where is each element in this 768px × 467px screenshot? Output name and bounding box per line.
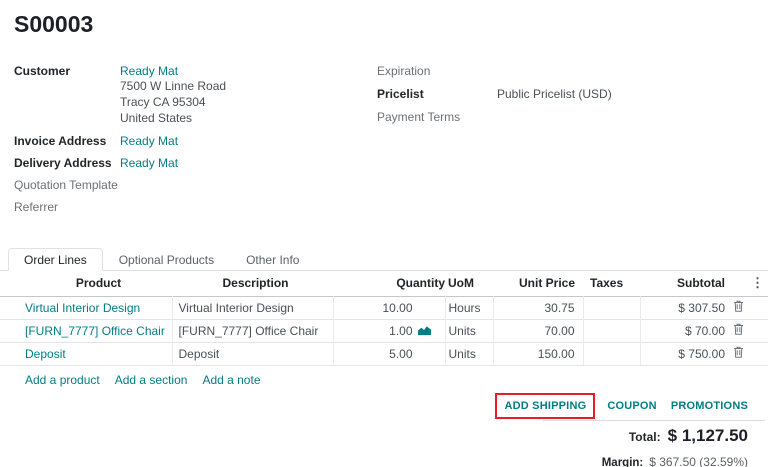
field-delivery-address: Delivery Address Ready Mat — [14, 156, 377, 170]
taxes-cell[interactable] — [583, 320, 640, 343]
product-link[interactable]: Deposit — [25, 347, 66, 361]
taxes-column-header: Taxes — [583, 271, 640, 297]
total-row: Total: $ 1,127.50 — [0, 426, 768, 446]
unit-price-cell[interactable]: 30.75 — [493, 297, 583, 320]
unit-price-cell[interactable]: 150.00 — [493, 343, 583, 366]
product-link[interactable]: Virtual Interior Design — [25, 301, 140, 315]
margin-label: Margin: — [602, 457, 644, 467]
forecast-chart-icon[interactable] — [417, 325, 432, 336]
quantity-column-header: Quantity — [333, 271, 445, 297]
add-a-product-link[interactable]: Add a product — [25, 373, 100, 387]
order-line-row: Virtual Interior Design Virtual Interior… — [0, 297, 768, 320]
description-cell[interactable]: Deposit — [172, 343, 333, 366]
uom-cell[interactable]: Hours — [445, 297, 493, 320]
expiration-label: Expiration — [377, 64, 497, 78]
margin-value: $ 367.50 (32.59%) — [649, 455, 748, 467]
margin-row: Margin: $ 367.50 (32.59%) — [0, 455, 768, 467]
invoice-address-label: Invoice Address — [14, 134, 120, 148]
tab-optional-products[interactable]: Optional Products — [103, 248, 230, 271]
quantity-cell[interactable]: 1.00 — [333, 320, 445, 343]
delete-row-icon[interactable] — [730, 297, 747, 320]
field-quotation-template[interactable]: Quotation Template — [14, 178, 377, 192]
field-referrer[interactable]: Referrer — [14, 200, 377, 214]
tab-order-lines[interactable]: Order Lines — [8, 248, 103, 271]
add-shipping-button[interactable]: ADD SHIPPING — [504, 400, 586, 412]
description-cell[interactable]: Virtual Interior Design — [172, 297, 333, 320]
customer-label: Customer — [14, 64, 120, 126]
field-pricelist: Pricelist Public Pricelist (USD) — [377, 87, 754, 101]
uom-column-header: UoM — [445, 271, 493, 297]
description-column-header: Description — [172, 271, 333, 297]
subtotal-column-header: Subtotal — [640, 271, 730, 297]
address-line: 7500 W Linne Road — [120, 78, 226, 94]
order-line-row: [FURN_7777] Office Chair [FURN_7777] Off… — [0, 320, 768, 343]
tab-other-info[interactable]: Other Info — [230, 248, 315, 271]
table-header-row: Product Description Quantity UoM Unit Pr… — [0, 271, 768, 297]
uom-cell[interactable]: Units — [445, 320, 493, 343]
address-line: Tracy CA 95304 — [120, 94, 226, 110]
uom-cell[interactable]: Units — [445, 343, 493, 366]
product-column-header: Product — [18, 271, 172, 297]
coupon-button[interactable]: COUPON — [607, 400, 656, 412]
taxes-cell[interactable] — [583, 343, 640, 366]
payment-terms-label: Payment Terms — [377, 110, 497, 124]
info-column-left: Customer Ready Mat 7500 W Linne Road Tra… — [14, 64, 377, 222]
handle-column-header — [0, 271, 18, 297]
line-add-links: Add a product Add a section Add a note — [0, 373, 768, 387]
row-handle[interactable] — [0, 297, 18, 320]
notebook-tabs: Order Lines Optional Products Other Info — [0, 248, 768, 271]
field-payment-terms[interactable]: Payment Terms — [377, 110, 754, 124]
order-info-section: Customer Ready Mat 7500 W Linne Road Tra… — [0, 64, 768, 222]
row-handle[interactable] — [0, 343, 18, 366]
promotions-button[interactable]: PROMOTIONS — [671, 400, 748, 412]
order-actions-row: ADD SHIPPING COUPON PROMOTIONS — [0, 393, 768, 419]
field-customer: Customer Ready Mat 7500 W Linne Road Tra… — [14, 64, 377, 126]
page-title: S00003 — [14, 12, 768, 36]
order-line-row: Deposit Deposit 5.00 Units 150.00 $ 750.… — [0, 343, 768, 366]
invoice-address-link[interactable]: Ready Mat — [120, 134, 178, 148]
delivery-address-label: Delivery Address — [14, 156, 120, 170]
order-lines-table: Product Description Quantity UoM Unit Pr… — [0, 271, 768, 366]
pricelist-label: Pricelist — [377, 87, 497, 101]
total-label: Total: — [629, 430, 661, 444]
pricelist-value[interactable]: Public Pricelist (USD) — [497, 87, 612, 101]
totals-separator — [543, 420, 765, 421]
subtotal-cell: $ 307.50 — [640, 297, 730, 320]
description-cell[interactable]: [FURN_7777] Office Chair — [172, 320, 333, 343]
delete-row-icon[interactable] — [730, 320, 747, 343]
sale-order-form: S00003 Customer Ready Mat 7500 W Linne R… — [0, 0, 768, 467]
taxes-cell[interactable] — [583, 297, 640, 320]
row-handle[interactable] — [0, 320, 18, 343]
add-a-note-link[interactable]: Add a note — [202, 373, 260, 387]
delivery-address-link[interactable]: Ready Mat — [120, 156, 178, 170]
customer-link[interactable]: Ready Mat — [120, 64, 178, 78]
delete-row-icon[interactable] — [730, 343, 747, 366]
field-invoice-address: Invoice Address Ready Mat — [14, 134, 377, 148]
subtotal-cell: $ 750.00 — [640, 343, 730, 366]
field-expiration[interactable]: Expiration — [377, 64, 754, 78]
quantity-cell[interactable]: 5.00 — [333, 343, 445, 366]
unit-price-column-header: Unit Price — [493, 271, 583, 297]
annotation-highlight-box: ADD SHIPPING — [495, 393, 595, 419]
product-link[interactable]: [FURN_7777] Office Chair — [25, 324, 165, 338]
quantity-cell[interactable]: 10.00 — [333, 297, 445, 320]
info-column-right: Expiration Pricelist Public Pricelist (U… — [377, 64, 754, 222]
customer-address: 7500 W Linne Road Tracy CA 95304 United … — [120, 78, 226, 126]
trash-column-header — [730, 271, 747, 297]
total-value: $ 1,127.50 — [668, 426, 748, 446]
address-line: United States — [120, 110, 226, 126]
subtotal-cell: $ 70.00 — [640, 320, 730, 343]
unit-price-cell[interactable]: 70.00 — [493, 320, 583, 343]
optional-columns-icon[interactable]: ⋮ — [751, 275, 764, 290]
referrer-label: Referrer — [14, 200, 120, 214]
quotation-template-label: Quotation Template — [14, 178, 120, 192]
add-a-section-link[interactable]: Add a section — [115, 373, 188, 387]
